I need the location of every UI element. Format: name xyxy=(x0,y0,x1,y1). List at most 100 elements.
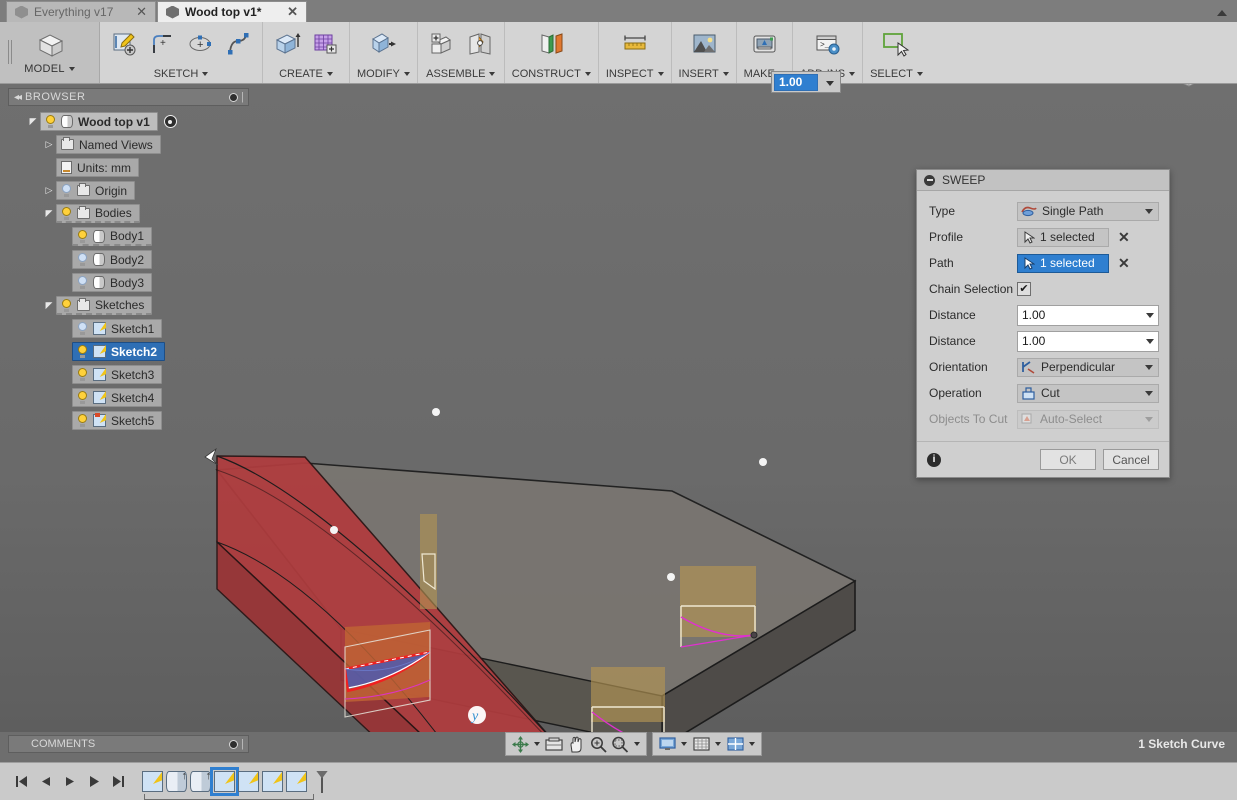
visibility-bulb-icon[interactable] xyxy=(77,345,88,358)
visibility-bulb-icon[interactable] xyxy=(77,414,88,427)
tree-item-sketch3[interactable]: Sketch3 xyxy=(8,363,249,386)
tree-item-sketch4[interactable]: Sketch4 xyxy=(8,386,249,409)
visibility-bulb-icon[interactable] xyxy=(61,206,72,220)
expander-expanded-icon[interactable]: ◤ xyxy=(42,300,56,311)
look-at-button[interactable] xyxy=(543,734,565,754)
expander-expanded-icon[interactable]: ◤ xyxy=(42,208,56,219)
visibility-bulb-icon[interactable] xyxy=(45,115,56,128)
ok-button[interactable]: OK xyxy=(1040,449,1096,470)
chevron-down-icon[interactable] xyxy=(534,742,540,746)
ribbon-group-label[interactable]: MODIFY xyxy=(357,68,410,81)
tab-everything-v17[interactable]: Everything v17 ✕ xyxy=(6,1,156,22)
viewports-button[interactable] xyxy=(724,734,746,754)
tree-item-sketch2[interactable]: Sketch2 xyxy=(8,340,249,363)
chevron-down-icon[interactable] xyxy=(849,72,856,77)
fit-button[interactable] xyxy=(609,734,631,754)
select-button[interactable] xyxy=(879,27,913,61)
chevron-down-icon[interactable] xyxy=(489,72,496,77)
chevron-down-icon[interactable] xyxy=(1146,338,1154,344)
chevron-down-icon[interactable] xyxy=(657,72,664,77)
chevron-down-icon[interactable] xyxy=(68,67,75,72)
timeline-end-marker[interactable] xyxy=(316,770,328,793)
orbit-button[interactable] xyxy=(509,734,531,754)
ribbon-group-label[interactable]: INSERT xyxy=(679,68,729,81)
chevron-down-icon[interactable] xyxy=(202,72,209,77)
chevron-down-icon[interactable] xyxy=(403,72,410,77)
profile-select-button[interactable]: 1 selected xyxy=(1017,227,1109,247)
distance-value-input[interactable]: 1.00 xyxy=(774,73,818,91)
circle-tool-button[interactable]: + xyxy=(183,27,217,61)
chevron-down-icon[interactable] xyxy=(634,742,640,746)
ribbon-group-label[interactable]: SKETCH xyxy=(154,68,209,81)
play-button[interactable] xyxy=(84,772,104,792)
scripts-addins-button[interactable]: >_ xyxy=(810,27,844,61)
chevron-down-icon[interactable] xyxy=(916,72,923,77)
view-cube[interactable]: LEFT BACK xyxy=(1149,84,1225,100)
tree-item-origin[interactable]: ▷ Origin xyxy=(8,179,249,202)
timeline-sketch-5[interactable] xyxy=(286,771,307,792)
orientation-dropdown[interactable]: Perpendicular xyxy=(1017,357,1159,377)
timeline-sketch-4[interactable] xyxy=(262,771,283,792)
floating-distance-input-container[interactable]: 1.00 xyxy=(771,71,841,93)
visibility-bulb-icon[interactable] xyxy=(77,322,88,335)
workspace-switcher-model[interactable]: MODEL xyxy=(0,22,100,83)
expander-collapsed-icon[interactable]: ▷ xyxy=(42,139,56,150)
grid-snap-button[interactable] xyxy=(690,734,712,754)
info-icon[interactable]: i xyxy=(927,452,941,467)
chevron-down-icon[interactable] xyxy=(715,742,721,746)
sweep-dialog-titlebar[interactable]: SWEEP xyxy=(917,170,1169,191)
clear-profile-icon[interactable]: ✕ xyxy=(1116,229,1132,246)
distance-1-input[interactable] xyxy=(1017,304,1159,326)
zoom-button[interactable] xyxy=(587,734,609,754)
chevron-down-icon[interactable] xyxy=(326,72,333,77)
mesh-button[interactable] xyxy=(308,27,342,61)
tree-item-sketch1[interactable]: Sketch1 xyxy=(8,317,249,340)
operation-dropdown[interactable]: Cut xyxy=(1017,383,1159,403)
ribbon-group-label[interactable]: CONSTRUCT xyxy=(512,68,591,81)
step-forward-button[interactable] xyxy=(60,772,80,792)
tree-item-bodies[interactable]: ◤ Bodies xyxy=(8,202,249,225)
collapse-arrows-icon[interactable]: ◂◂ xyxy=(9,92,25,103)
press-pull-button[interactable] xyxy=(366,27,400,61)
tree-item-wood-top-v1[interactable]: ◤ Wood top v1 xyxy=(8,110,249,133)
chevron-down-icon[interactable] xyxy=(1145,390,1153,396)
new-component-button[interactable] xyxy=(425,27,459,61)
chevron-down-icon[interactable] xyxy=(1145,208,1153,214)
skip-start-button[interactable] xyxy=(12,772,32,792)
options-dot-icon[interactable] xyxy=(229,739,239,749)
type-dropdown[interactable]: Single Path xyxy=(1017,201,1159,221)
minus-circle-icon[interactable] xyxy=(924,174,935,186)
timeline-sketch-3[interactable] xyxy=(238,771,259,792)
insert-image-button[interactable] xyxy=(687,27,721,61)
distance-1-value[interactable] xyxy=(1022,308,1146,322)
tab-wood-top-v1[interactable]: Wood top v1* ✕ xyxy=(157,1,307,22)
ribbon-group-label[interactable]: SELECT xyxy=(870,68,923,81)
expander-expanded-icon[interactable]: ◤ xyxy=(26,116,40,127)
tree-item-units[interactable]: Units: mm xyxy=(8,156,249,179)
create-sketch-button[interactable] xyxy=(107,27,141,61)
options-dot-icon[interactable] xyxy=(229,92,239,102)
skip-end-button[interactable] xyxy=(108,772,128,792)
tree-item-sketch5[interactable]: Sketch5 xyxy=(8,409,249,432)
chevron-down-icon[interactable] xyxy=(1145,364,1153,370)
measure-button[interactable] xyxy=(618,27,652,61)
chevron-down-icon[interactable] xyxy=(1146,312,1154,318)
chevron-down-icon[interactable] xyxy=(722,72,729,77)
distance-2-value[interactable] xyxy=(1022,334,1146,348)
distance-2-input[interactable] xyxy=(1017,330,1159,352)
close-icon[interactable]: ✕ xyxy=(122,4,147,20)
timeline-extrude-2[interactable] xyxy=(190,770,211,792)
ribbon-group-label[interactable]: CREATE xyxy=(279,68,333,81)
step-back-button[interactable] xyxy=(36,772,56,792)
3d-print-button[interactable] xyxy=(747,27,781,61)
chain-selection-checkbox[interactable]: ✔ xyxy=(1017,282,1031,296)
ribbon-group-label[interactable]: ASSEMBLE xyxy=(426,68,496,81)
path-select-button[interactable]: 1 selected xyxy=(1017,253,1109,273)
tree-item-sketches[interactable]: ◤ Sketches xyxy=(8,294,249,317)
ribbon-group-label[interactable]: INSPECT xyxy=(606,68,664,81)
panel-resize-handle[interactable]: | xyxy=(241,91,244,103)
cancel-button[interactable]: Cancel xyxy=(1103,449,1159,470)
panel-resize-handle[interactable]: | xyxy=(241,738,244,750)
chevron-down-icon[interactable] xyxy=(584,72,591,77)
joint-button[interactable] xyxy=(463,27,497,61)
